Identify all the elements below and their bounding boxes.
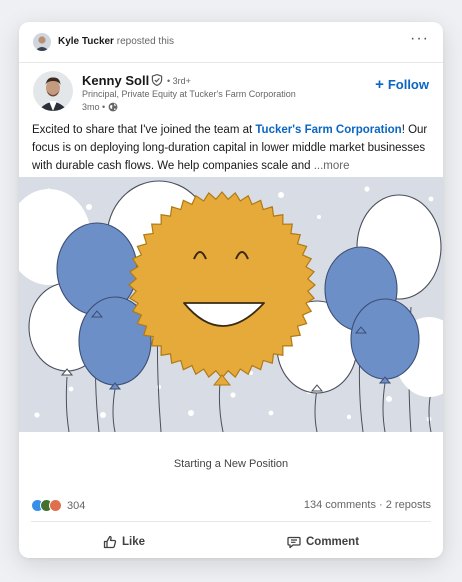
reposter-name[interactable]: Kyle Tucker: [58, 36, 114, 47]
comment-button[interactable]: Comment: [287, 528, 359, 556]
comment-label: Comment: [306, 536, 360, 548]
thumbs-up-icon: [103, 535, 117, 549]
feed-post-card: Kyle Tucker reposted this ··· Kenny Soll…: [19, 22, 443, 558]
reposter-avatar[interactable]: [33, 33, 51, 51]
comments-reposts-count[interactable]: 134 comments · 2 reposts: [304, 499, 431, 511]
see-more-link[interactable]: ...more: [314, 160, 350, 172]
love-reaction-icon: [49, 499, 62, 512]
new-position-image[interactable]: [19, 177, 443, 432]
comment-icon: [287, 536, 301, 549]
post-text-before: Excited to share that I've joined the te…: [32, 124, 256, 136]
reactions-summary[interactable]: 304: [31, 499, 85, 512]
reaction-count: 304: [67, 499, 86, 512]
verified-icon: [151, 74, 163, 86]
social-counts: 304 134 comments · 2 reposts: [31, 499, 431, 515]
like-label: Like: [122, 536, 146, 548]
connection-degree: • 3rd+: [167, 76, 191, 86]
action-bar: Like Comment: [19, 528, 443, 556]
author-headline: Principal, Private Equity at Tucker's Fa…: [82, 89, 296, 99]
divider: [19, 62, 443, 63]
follow-button[interactable]: + Follow: [375, 76, 429, 93]
more-options-button[interactable]: ···: [410, 30, 429, 48]
image-caption: Starting a New Position: [19, 432, 443, 496]
divider: [31, 521, 431, 522]
repost-suffix: reposted this: [116, 36, 174, 47]
repost-header: Kyle Tucker reposted this ···: [19, 22, 443, 62]
author-name[interactable]: Kenny Soll: [82, 73, 149, 88]
globe-icon: [108, 102, 118, 112]
post-body-text: Excited to share that I've joined the te…: [32, 121, 432, 175]
company-link[interactable]: Tucker's Farm Corporation: [255, 124, 401, 136]
time-label: 3mo •: [82, 102, 106, 112]
repost-text: Kyle Tucker reposted this: [58, 36, 174, 47]
author-avatar[interactable]: [33, 71, 73, 111]
like-button[interactable]: Like: [103, 528, 145, 556]
post-timestamp: 3mo •: [82, 102, 118, 112]
plus-icon: +: [375, 76, 384, 93]
follow-label: Follow: [387, 77, 429, 92]
